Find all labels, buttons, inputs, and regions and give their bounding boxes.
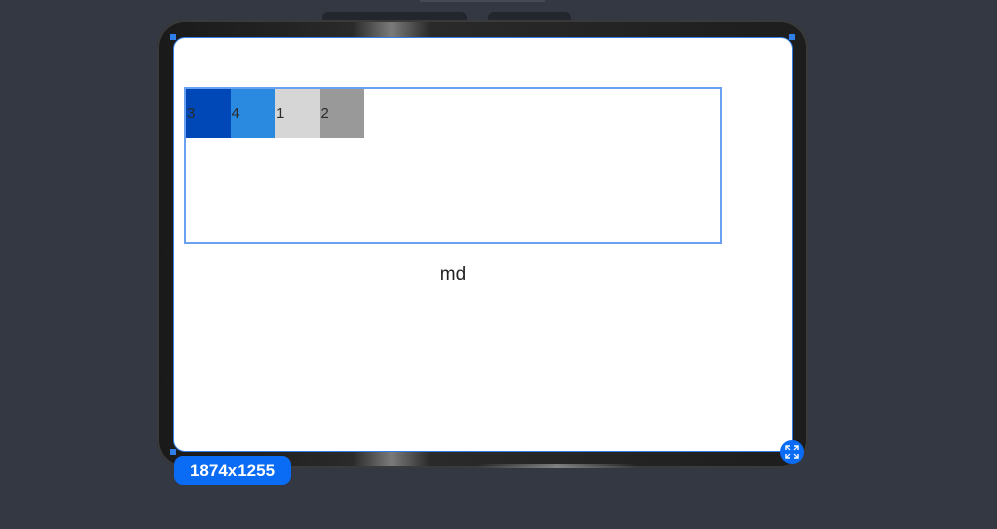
expand-arrows-icon [785, 445, 799, 459]
resize-handle-top-right[interactable] [789, 34, 795, 40]
resize-handle-bottom-left[interactable] [170, 449, 176, 455]
resize-handle-top-left[interactable] [170, 34, 176, 40]
expand-button[interactable] [780, 440, 804, 464]
grid-cells: 3 4 1 2 [186, 89, 364, 138]
resolution-badge: 1874x1255 [174, 456, 291, 485]
grid-cell: 2 [319, 89, 364, 138]
grid-cell: 1 [275, 89, 320, 138]
grid-cell: 3 [186, 89, 231, 138]
grid-cell: 4 [230, 89, 275, 138]
frame-sheen [477, 464, 637, 468]
breakpoint-label: md [439, 264, 467, 285]
preview-stage: 3 4 1 2 md 1874x1255 [0, 0, 997, 529]
top-strip [420, 0, 545, 2]
